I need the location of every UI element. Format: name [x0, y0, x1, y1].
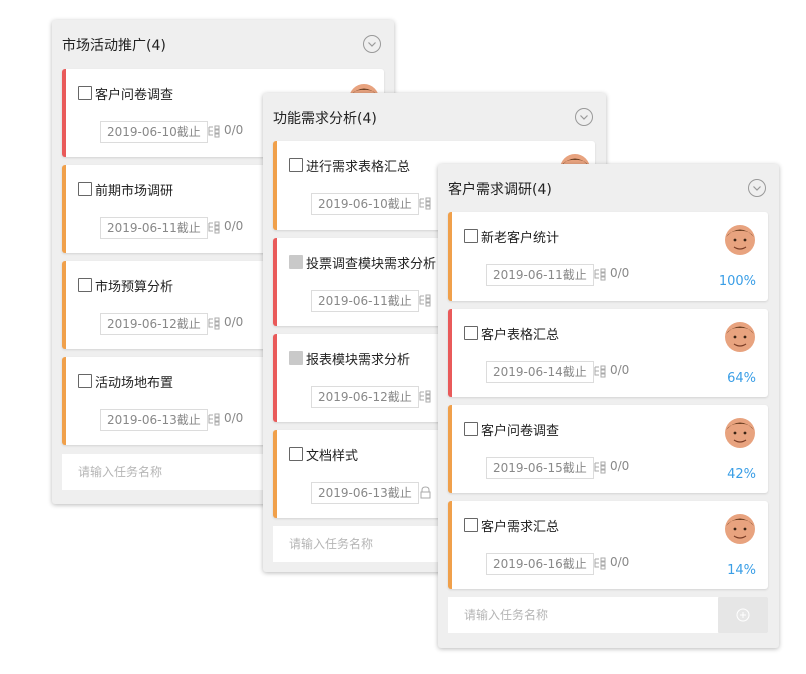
- due-date-badge: 2019-06-13截止: [100, 409, 208, 431]
- due-date-badge: 2019-06-10截止: [311, 193, 419, 215]
- task-checkbox[interactable]: [78, 182, 92, 196]
- subtask-count: 0/0: [610, 266, 630, 280]
- task-checkbox[interactable]: [289, 351, 303, 365]
- task-checkbox[interactable]: [464, 229, 478, 243]
- task-checkbox[interactable]: [289, 447, 303, 461]
- lock-icon: [420, 486, 431, 499]
- task-checkbox[interactable]: [78, 86, 92, 100]
- subtask-count: 0/0: [224, 315, 244, 329]
- add-task-button[interactable]: [718, 597, 768, 633]
- due-date-badge: 2019-06-16截止: [486, 553, 594, 575]
- due-date-badge: 2019-06-13截止: [311, 482, 419, 504]
- task-name: 投票调查模块需求分析: [306, 257, 437, 272]
- subtask-icon: [208, 413, 220, 426]
- due-date-badge: 2019-06-11截止: [486, 264, 594, 286]
- task-name: 客户表格汇总: [481, 328, 560, 343]
- task-name: 报表模块需求分析: [306, 353, 411, 368]
- task-name: 前期市场调研: [95, 184, 174, 199]
- subtask-count: 0/0: [610, 363, 630, 377]
- subtask-icon: [208, 317, 220, 330]
- board-header: 功能需求分析(4): [263, 93, 606, 143]
- task-checkbox[interactable]: [78, 374, 92, 388]
- board-header: 市场活动推广(4): [52, 20, 394, 70]
- task-name: 客户需求汇总: [481, 520, 560, 535]
- subtask-icon: [419, 294, 431, 307]
- subtask-icon: [208, 221, 220, 234]
- subtask-icon: [419, 390, 431, 403]
- due-date-badge: 2019-06-12截止: [311, 386, 419, 408]
- plus-circle-icon: [736, 608, 750, 622]
- due-date-badge: 2019-06-10截止: [100, 121, 208, 143]
- subtask-icon: [594, 365, 606, 378]
- chevron-down-circle-icon[interactable]: [747, 178, 767, 198]
- task-card[interactable]: 客户问卷调查 2019-06-15截止 0/0 42%: [448, 405, 768, 493]
- board-title: 市场活动推广(4): [62, 38, 166, 54]
- task-name: 新老客户统计: [481, 231, 560, 246]
- subtask-count: 0/0: [224, 123, 244, 137]
- task-card[interactable]: 新老客户统计 2019-06-11截止 0/0 100%: [448, 212, 768, 301]
- subtask-icon: [594, 557, 606, 570]
- task-name: 市场预算分析: [95, 280, 174, 295]
- subtask-icon: [419, 197, 431, 210]
- board-title: 功能需求分析(4): [273, 111, 377, 127]
- avatar[interactable]: [724, 321, 756, 353]
- subtask-icon: [594, 461, 606, 474]
- due-date-badge: 2019-06-11截止: [100, 217, 208, 239]
- board-header: 客户需求调研(4): [438, 164, 779, 214]
- due-date-badge: 2019-06-12截止: [100, 313, 208, 335]
- task-name: 进行需求表格汇总: [306, 160, 411, 175]
- subtask-count: 0/0: [610, 555, 630, 569]
- due-date-badge: 2019-06-15截止: [486, 457, 594, 479]
- due-date-badge: 2019-06-11截止: [311, 290, 419, 312]
- subtask-count: 0/0: [610, 459, 630, 473]
- subtask-count: 0/0: [224, 411, 244, 425]
- task-name: 客户问卷调查: [95, 88, 174, 103]
- task-checkbox[interactable]: [464, 518, 478, 532]
- progress-percent: 64%: [727, 371, 756, 386]
- progress-percent: 42%: [727, 467, 756, 482]
- task-checkbox[interactable]: [464, 422, 478, 436]
- avatar[interactable]: [724, 513, 756, 545]
- task-name: 客户问卷调查: [481, 424, 560, 439]
- chevron-down-circle-icon[interactable]: [574, 107, 594, 127]
- task-checkbox[interactable]: [289, 255, 303, 269]
- kanban-stage: 市场活动推广(4) 客户问卷调查 2019-06-10截止 0/0 前期市场调研…: [0, 0, 806, 674]
- task-card[interactable]: 客户表格汇总 2019-06-14截止 0/0 64%: [448, 309, 768, 397]
- board-title: 客户需求调研(4): [448, 182, 552, 198]
- progress-percent: 14%: [727, 563, 756, 578]
- subtask-icon: [208, 125, 220, 138]
- due-date-badge: 2019-06-14截止: [486, 361, 594, 383]
- subtask-count: 0/0: [224, 219, 244, 233]
- avatar[interactable]: [724, 224, 756, 256]
- task-checkbox[interactable]: [464, 326, 478, 340]
- subtask-icon: [594, 268, 606, 281]
- board-customer-research: 客户需求调研(4) 新老客户统计 2019-06-11截止 0/0 100% 客…: [438, 164, 779, 648]
- new-task-input[interactable]: [448, 597, 718, 633]
- chevron-down-circle-icon[interactable]: [362, 34, 382, 54]
- task-card[interactable]: 客户需求汇总 2019-06-16截止 0/0 14%: [448, 501, 768, 589]
- task-checkbox[interactable]: [78, 278, 92, 292]
- task-name: 文档样式: [306, 449, 359, 464]
- progress-percent: 100%: [718, 274, 756, 289]
- avatar[interactable]: [724, 417, 756, 449]
- task-checkbox[interactable]: [289, 158, 303, 172]
- task-name: 活动场地布置: [95, 376, 174, 391]
